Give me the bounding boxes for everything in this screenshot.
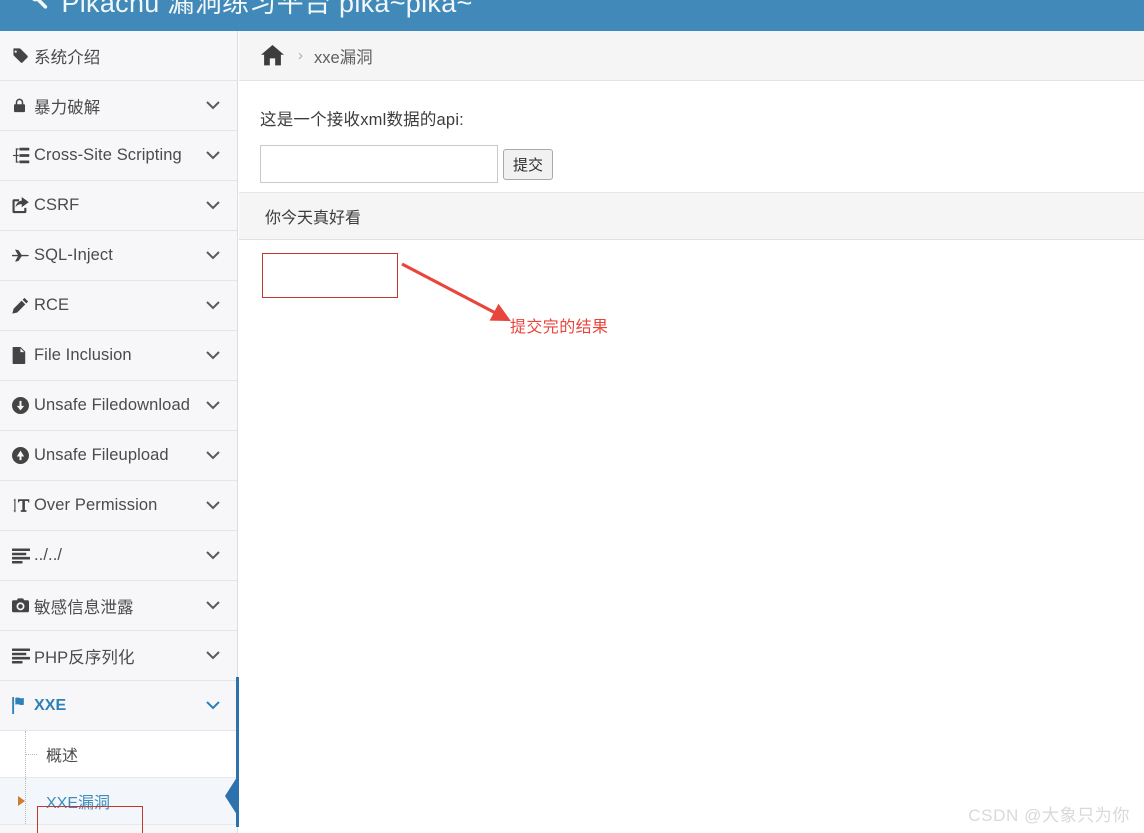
sidebar-item-rce[interactable]: RCE [0, 281, 237, 331]
submit-button[interactable]: 提交 [503, 148, 554, 180]
sidebar-item-label: Unsafe Fileupload [34, 446, 169, 464]
home-icon[interactable] [261, 45, 284, 66]
chevron-down-icon [205, 101, 221, 110]
sidebar-item-cross-site-scripting[interactable]: Cross-Site Scripting [0, 131, 237, 181]
sidebar-item-php-unserialize[interactable]: PHP反序列化 [0, 631, 237, 681]
sidebar-item-label: PHP反序列化 [34, 648, 135, 667]
share-icon [12, 197, 34, 214]
breadcrumb: › xxe漏洞 [239, 31, 1144, 81]
watermark: CSDN @大象只为你 [968, 806, 1130, 825]
sidebar-item-path-traversal[interactable]: ../../ [0, 531, 237, 581]
annotation-caption: 提交完的结果 [510, 319, 609, 336]
text-height-icon [12, 497, 34, 514]
content-area: 这是一个接收xml数据的api: 提交 你今天真好看 提交完的结果 [239, 81, 1144, 336]
sidebar-item-label: 系统介绍 [34, 48, 101, 67]
chevron-down-icon [205, 651, 221, 660]
upload-icon [12, 447, 34, 464]
sidebar-item-label: RCE [34, 296, 70, 314]
list-icon [12, 548, 34, 564]
chevron-down-icon [205, 501, 221, 510]
list-icon [12, 648, 34, 664]
sidebar-subitem-overview[interactable]: 概述 [0, 731, 237, 778]
download-icon [12, 397, 34, 414]
app-header: Pikachu 漏洞练习平台 pika~pika~ [0, 0, 1144, 31]
result-text: 你今天真好看 [265, 210, 362, 227]
chevron-down-icon [205, 401, 221, 410]
chevron-down-icon [205, 151, 221, 160]
sidebar-item-csrf[interactable]: CSRF [0, 181, 237, 231]
plane-icon [12, 248, 34, 263]
sidebar-item-label: CSRF [34, 196, 80, 214]
chevron-down-icon [205, 351, 221, 360]
sidebar-item-label: Unsafe Filedownload [34, 396, 190, 414]
wrench-icon [28, 0, 50, 18]
lock-icon [12, 97, 34, 114]
sidebar-item-label: SQL-Inject [34, 246, 113, 264]
sidebar-item-label: 敏感信息泄露 [34, 598, 134, 617]
sidebar: 系统介绍 暴力破解 Cross-Site Scripting CSRF SQL-… [0, 31, 238, 833]
chevron-down-icon [205, 201, 221, 210]
xml-input[interactable] [260, 145, 498, 183]
camera-icon [12, 598, 34, 613]
sidebar-item-brute-force[interactable]: 暴力破解 [0, 81, 237, 131]
sidebar-item-label: ../../ [34, 546, 63, 564]
bullet-triangle-icon [18, 796, 25, 806]
sidebar-item-sensitive-info-leak[interactable]: 敏感信息泄露 [0, 581, 237, 631]
sidebar-item-unsafe-fileupload[interactable]: Unsafe Fileupload [0, 431, 237, 481]
sidebar-subitem-xxe-vuln[interactable]: XXE漏洞 [0, 778, 237, 825]
chevron-down-icon [205, 701, 221, 710]
chevron-down-icon [205, 601, 221, 610]
pencil-icon [12, 297, 34, 314]
breadcrumb-separator-icon: › [298, 47, 303, 64]
chevron-down-icon [205, 251, 221, 260]
sidebar-item-over-permission[interactable]: Over Permission [0, 481, 237, 531]
flag-icon [12, 697, 34, 714]
sidebar-item-label: 暴力破解 [34, 98, 101, 117]
tree-line [25, 778, 26, 824]
sidebar-item-unsafe-filedownload[interactable]: Unsafe Filedownload [0, 381, 237, 431]
highlight-box-result [262, 253, 398, 298]
sidebar-subitem-label: XXE漏洞 [46, 795, 111, 812]
chevron-down-icon [205, 451, 221, 460]
app-title: Pikachu 漏洞练习平台 pika~pika~ [61, 0, 473, 18]
sidebar-item-file-inclusion[interactable]: File Inclusion [0, 331, 237, 381]
main-content: › xxe漏洞 这是一个接收xml数据的api: 提交 你今天真好看 提交完的结… [239, 31, 1144, 833]
chevron-down-icon [205, 551, 221, 560]
sidebar-item-label: Cross-Site Scripting [34, 146, 182, 164]
result-panel: 你今天真好看 [239, 192, 1144, 240]
sidebar-item-label: XXE [34, 696, 67, 714]
sidebar-item-label: Over Permission [34, 496, 158, 514]
sitemap-icon [12, 147, 34, 164]
tag-icon [12, 47, 34, 64]
sidebar-item-sql-inject[interactable]: SQL-Inject [0, 231, 237, 281]
tree-dash [26, 754, 37, 755]
chevron-down-icon [205, 301, 221, 310]
sidebar-subitem-label: 概述 [46, 748, 79, 765]
breadcrumb-current: xxe漏洞 [314, 48, 373, 67]
xml-submit-form: 提交 [239, 130, 1144, 183]
sidebar-item-system-intro[interactable]: 系统介绍 [0, 31, 237, 81]
api-description-label: 这是一个接收xml数据的api: [260, 111, 464, 129]
sidebar-item-label: File Inclusion [34, 346, 132, 364]
active-item-pointer-icon [225, 774, 239, 818]
sidebar-item-xxe[interactable]: XXE [0, 681, 237, 731]
file-icon [12, 347, 34, 364]
